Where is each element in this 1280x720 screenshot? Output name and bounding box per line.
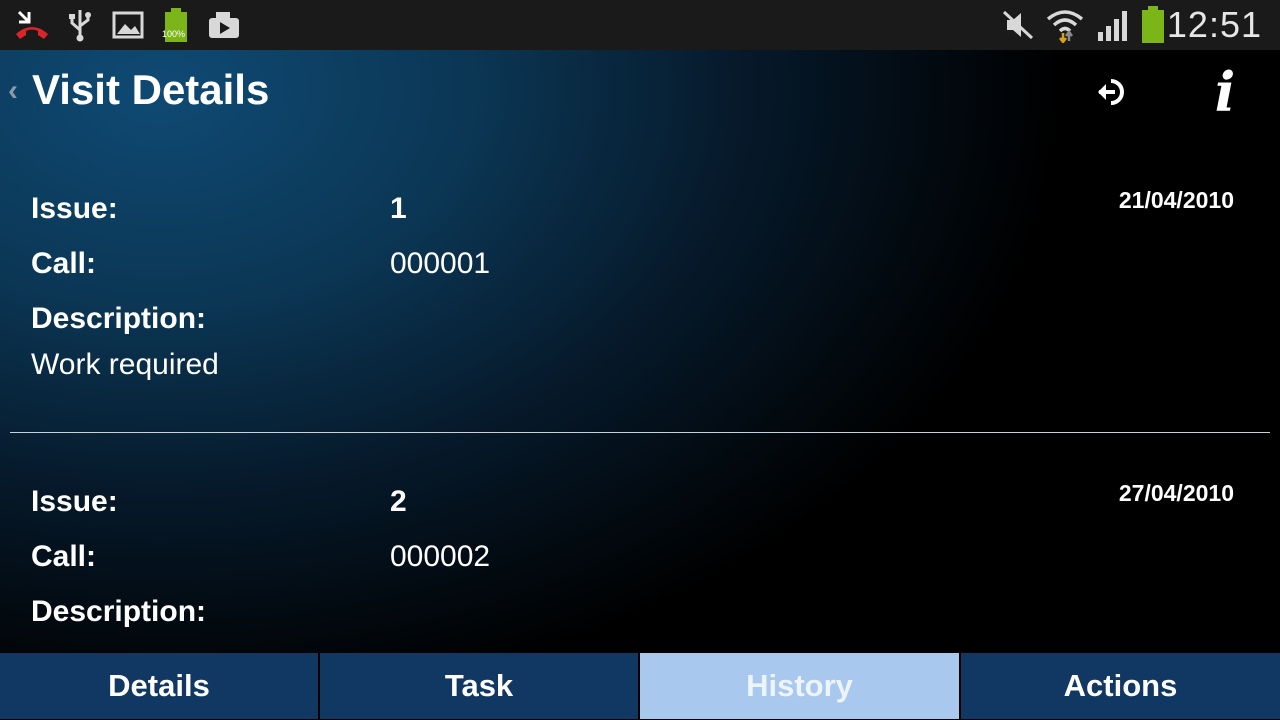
issue-value: 2 bbox=[390, 485, 407, 518]
media-icon bbox=[207, 8, 241, 42]
back-button[interactable]: ‹ bbox=[8, 74, 18, 108]
issue-date: 27/04/2010 bbox=[1118, 480, 1234, 506]
screen: 100% 12:51 ‹ Visit Details i Issue: 1 21… bbox=[0, 0, 1280, 720]
status-bar: 100% 12:51 bbox=[0, 0, 1280, 50]
issue-value: 1 bbox=[390, 192, 407, 225]
mute-icon bbox=[1000, 8, 1036, 42]
tab-actions[interactable]: Actions bbox=[961, 653, 1280, 719]
description-label: Description: bbox=[31, 595, 207, 628]
divider bbox=[10, 432, 1270, 433]
gallery-icon bbox=[112, 8, 144, 42]
info-button[interactable]: i bbox=[1200, 60, 1250, 124]
missed-call-icon bbox=[12, 8, 52, 42]
info-icon: i bbox=[1214, 60, 1236, 124]
description-label: Description: bbox=[31, 302, 207, 335]
tab-details[interactable]: Details bbox=[0, 653, 318, 719]
battery-icon bbox=[1138, 6, 1168, 43]
main-content: ‹ Visit Details i Issue: 1 21/04/2010 Ca… bbox=[0, 50, 1280, 652]
logout-button[interactable] bbox=[1092, 72, 1132, 112]
logout-icon bbox=[1098, 79, 1124, 105]
issue-label: Issue: bbox=[31, 485, 118, 518]
action-bar: ‹ Visit Details i bbox=[0, 50, 1280, 138]
tab-task[interactable]: Task bbox=[320, 653, 638, 719]
battery-percent-label: 100% bbox=[162, 29, 186, 39]
description-value: Work required bbox=[31, 348, 219, 381]
tab-history[interactable]: History bbox=[640, 653, 959, 719]
call-value: 000002 bbox=[390, 540, 491, 573]
wifi-icon bbox=[1044, 8, 1086, 43]
call-value: 000001 bbox=[390, 247, 491, 280]
call-label: Call: bbox=[31, 540, 97, 573]
usb-icon bbox=[66, 8, 94, 42]
signal-icon bbox=[1094, 8, 1134, 42]
clock: 12:51 bbox=[1166, 4, 1262, 45]
tab-bar: Details Task History Actions bbox=[0, 652, 1280, 720]
issue-date: 21/04/2010 bbox=[1118, 187, 1234, 213]
list-item[interactable]: Issue: 1 21/04/2010 Call: 000001 Descrip… bbox=[0, 176, 1280, 436]
call-label: Call: bbox=[31, 247, 97, 280]
list-item[interactable]: Issue: 2 27/04/2010 Call: 000002 Descrip… bbox=[0, 469, 1280, 652]
page-title: Visit Details bbox=[32, 66, 270, 113]
issue-label: Issue: bbox=[31, 192, 118, 225]
